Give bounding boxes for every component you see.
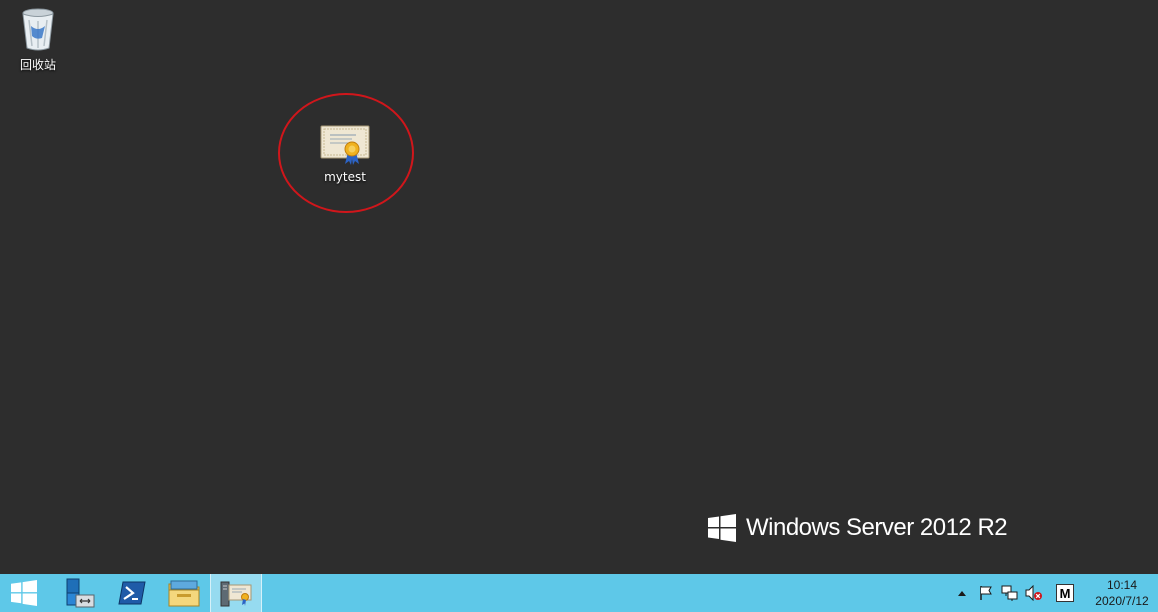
recycle-bin-desktop-icon[interactable]: 回收站 xyxy=(10,6,66,73)
input-method-indicator[interactable]: M xyxy=(1056,584,1074,602)
certificate-taskbar-button[interactable] xyxy=(210,574,262,612)
system-tray: M 10:14 2020/7/12 xyxy=(950,574,1158,612)
speaker-muted-icon xyxy=(1025,585,1042,601)
file-explorer-taskbar-button[interactable] xyxy=(158,574,210,612)
powershell-icon xyxy=(118,581,146,605)
flag-icon xyxy=(980,586,992,600)
certificate-icon xyxy=(220,581,252,607)
server-manager-taskbar-button[interactable] xyxy=(54,574,106,612)
volume-tray-button[interactable] xyxy=(1022,574,1046,612)
action-center-tray-button[interactable] xyxy=(974,574,998,612)
server-manager-icon xyxy=(66,578,95,608)
clock-date: 2020/7/12 xyxy=(1095,594,1149,608)
clock-time: 10:14 xyxy=(1106,578,1138,592)
recycle-bin-icon xyxy=(22,8,54,51)
branding-text: Windows Server 2012 R2 xyxy=(746,514,1008,541)
annotation-circle xyxy=(278,93,414,213)
start-button[interactable] xyxy=(0,574,48,612)
network-icon xyxy=(1001,585,1018,601)
recycle-bin-label: 回收站 xyxy=(19,58,56,72)
windows-logo-icon xyxy=(708,514,736,542)
folder-icon xyxy=(168,580,200,607)
chevron-up-icon xyxy=(958,591,966,596)
show-hidden-icons-button[interactable] xyxy=(950,574,974,612)
windows-logo-icon xyxy=(11,580,37,606)
powershell-taskbar-button[interactable] xyxy=(106,574,158,612)
clock[interactable]: 10:14 2020/7/12 xyxy=(1086,577,1158,609)
taskbar: M 10:14 2020/7/12 xyxy=(0,574,1158,612)
network-tray-button[interactable] xyxy=(998,574,1022,612)
windows-server-branding: Windows Server 2012 R2 xyxy=(708,514,1008,542)
